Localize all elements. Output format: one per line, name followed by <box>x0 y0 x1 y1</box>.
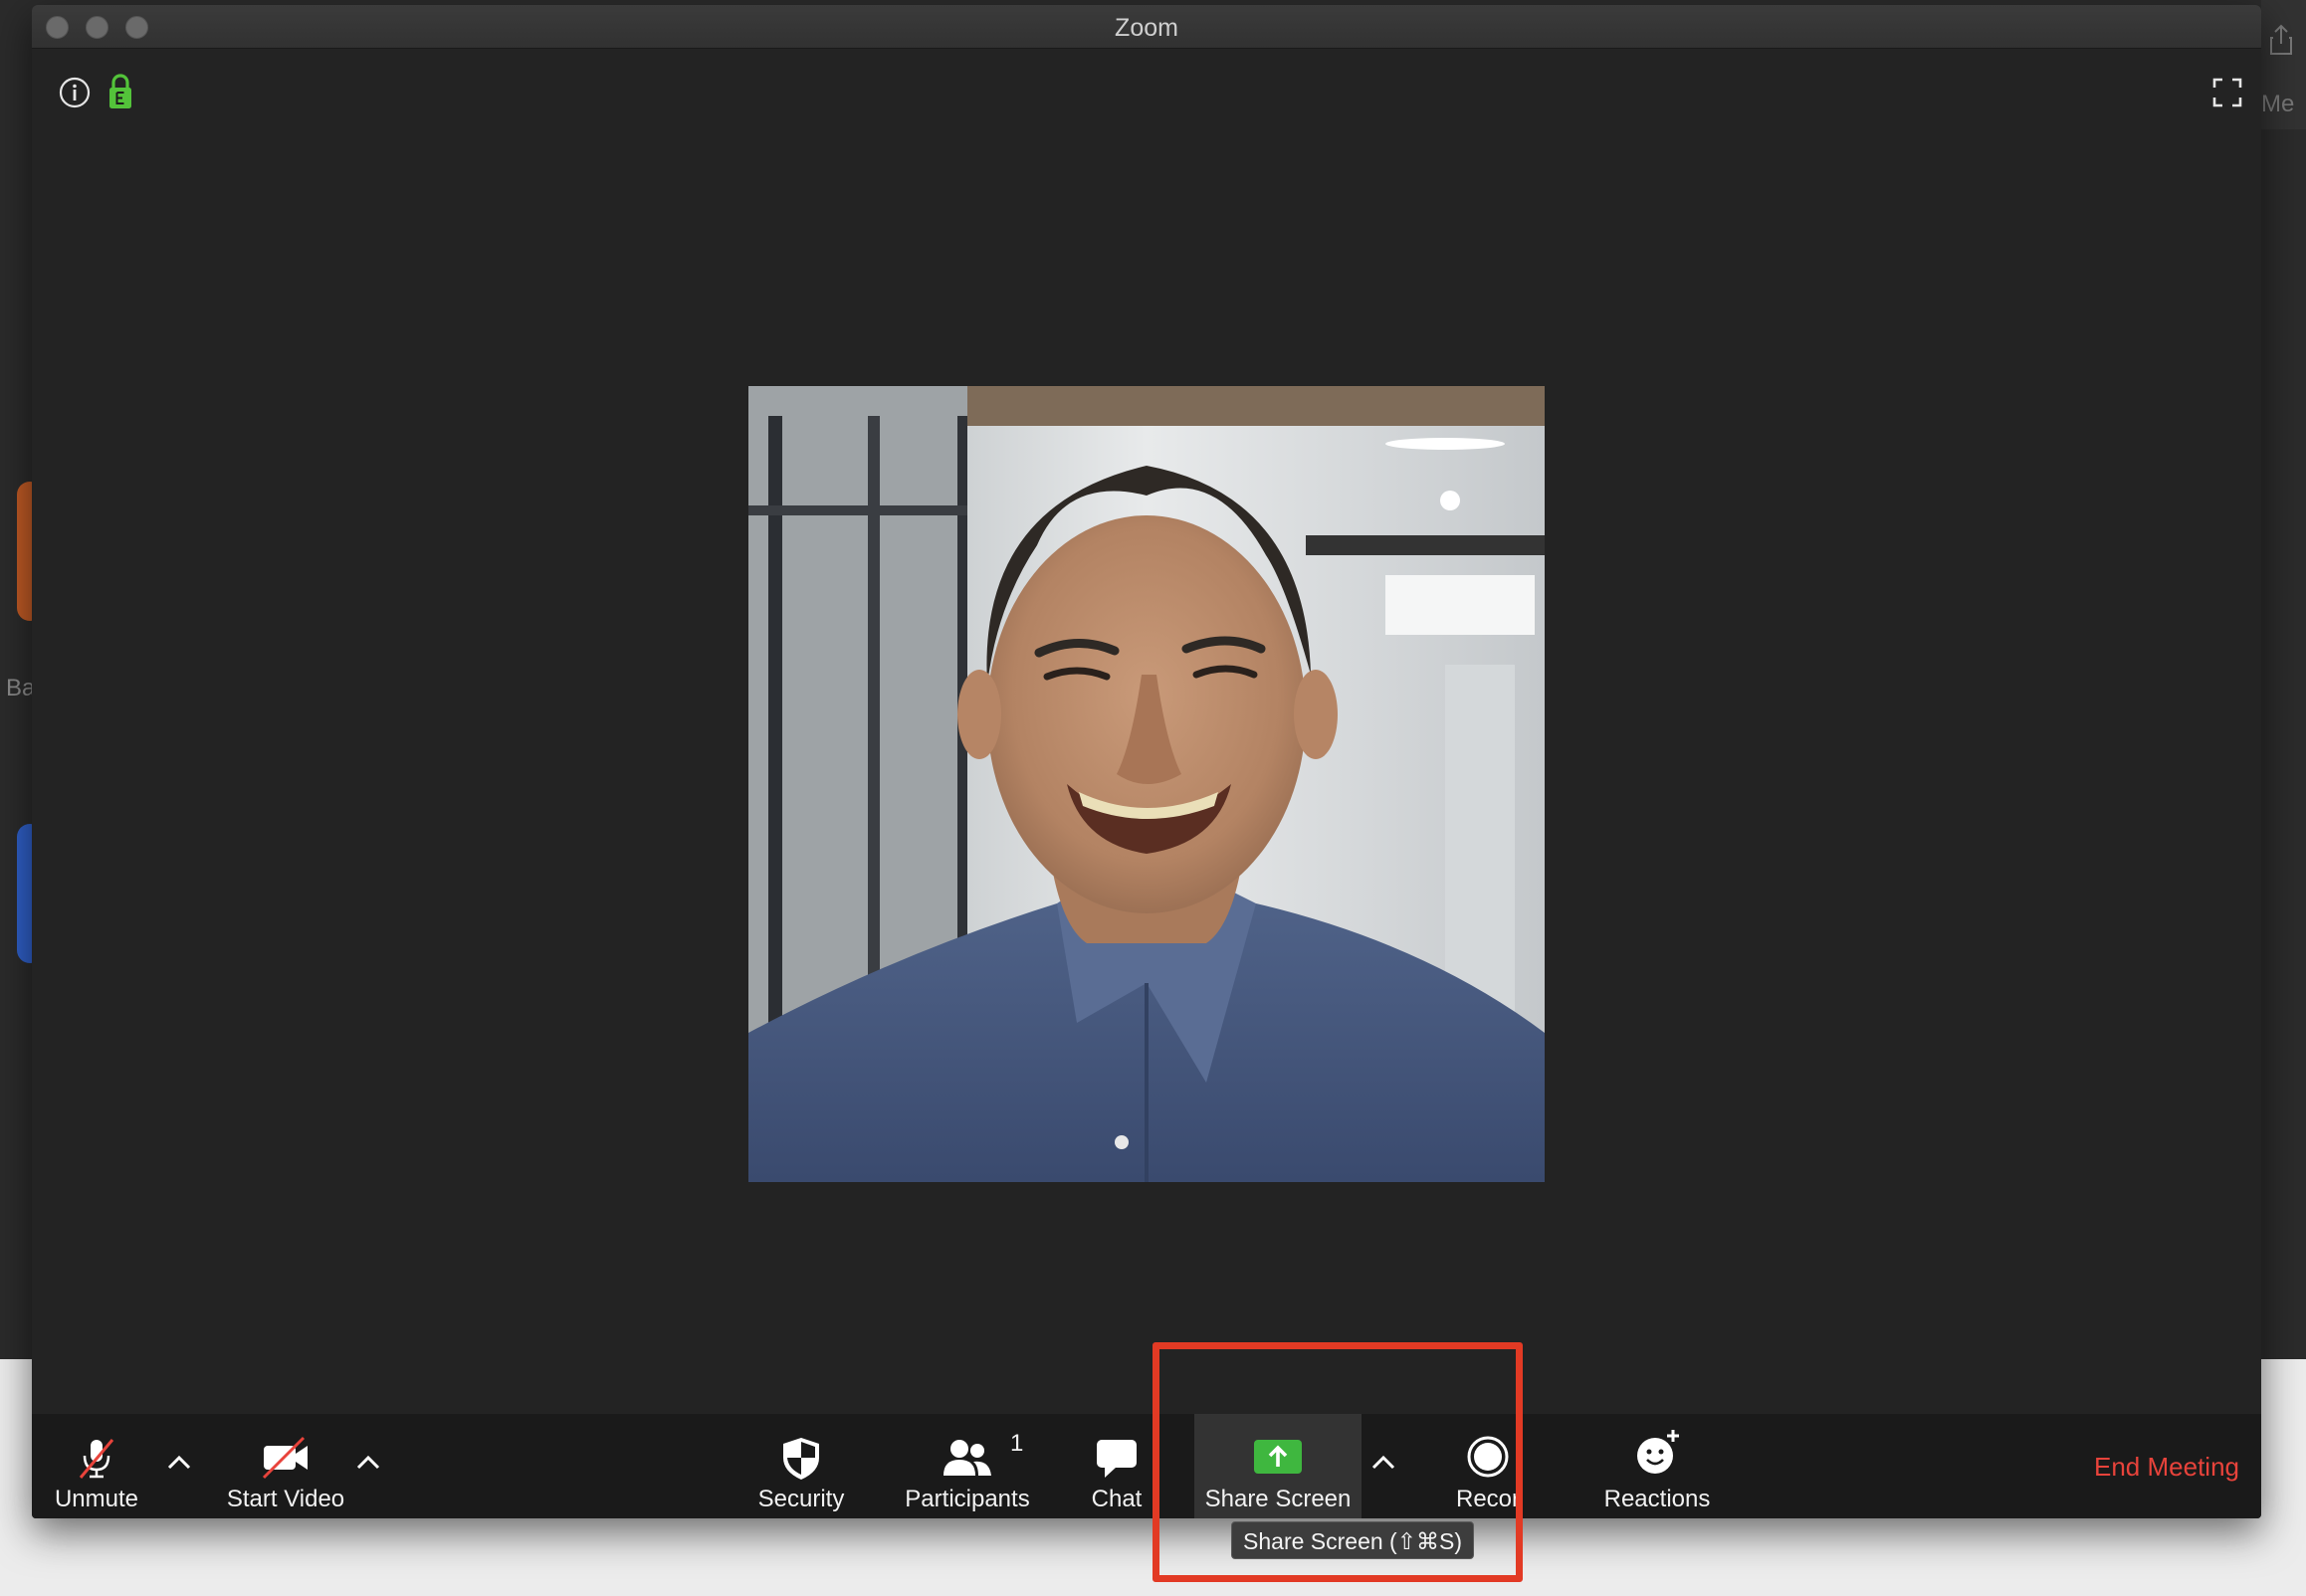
zoom-meeting-window: Zoom Unmute Start Video Security 1 Parti… <box>32 5 2261 1518</box>
chat-label: Chat <box>1091 1486 1143 1512</box>
share-screen-arrow-icon <box>1254 1440 1302 1474</box>
video-options-caret-icon[interactable] <box>353 1451 383 1475</box>
record-label: Recor <box>1455 1486 1521 1512</box>
unmute-label: Unmute <box>54 1486 139 1512</box>
chat-button[interactable]: Chat <box>1072 1414 1161 1518</box>
encryption-lock-icon[interactable] <box>105 73 135 110</box>
smiley-plus-icon <box>1637 1430 1679 1474</box>
record-icon <box>1467 1436 1509 1478</box>
share-screen-button[interactable]: Share Screen <box>1194 1414 1362 1518</box>
end-meeting-button[interactable]: End Meeting <box>2094 1452 2239 1483</box>
muted-microphone-icon <box>79 1439 114 1479</box>
start-video-label: Start Video <box>226 1486 345 1512</box>
reactions-label: Reactions <box>1603 1486 1711 1512</box>
audio-options-caret-icon[interactable] <box>164 1451 194 1475</box>
video-off-icon <box>262 1436 308 1480</box>
background-share-icon <box>2270 24 2292 55</box>
window-title: Zoom <box>1115 14 1178 42</box>
background-left-text: Ba <box>6 675 36 701</box>
unmute-button[interactable]: Unmute <box>42 1414 151 1518</box>
fullscreen-icon[interactable] <box>2211 77 2243 108</box>
participant-video-tile <box>748 386 1545 1182</box>
share-screen-label: Share Screen <box>1204 1486 1352 1512</box>
share-screen-tooltip: Share Screen (⇧⌘S) <box>1231 1521 1474 1559</box>
share-options-caret-icon[interactable] <box>1368 1451 1398 1475</box>
shield-icon <box>783 1438 819 1480</box>
chat-bubble-icon <box>1097 1440 1137 1478</box>
participant-photo <box>748 386 1545 1182</box>
participants-count-badge: 1 <box>1010 1430 1024 1457</box>
background-right-text: Me <box>2261 91 2295 117</box>
meeting-toolbar: Unmute Start Video Security 1 Participan… <box>32 1414 2261 1518</box>
participants-button[interactable]: 1 Participants <box>883 1414 1052 1518</box>
title-bar[interactable]: Zoom <box>32 5 2261 49</box>
start-video-button[interactable]: Start Video <box>211 1414 360 1518</box>
info-icon[interactable] <box>58 76 92 109</box>
security-label: Security <box>757 1486 845 1512</box>
people-icon <box>943 1440 991 1476</box>
security-button[interactable]: Security <box>736 1414 866 1518</box>
participants-label: Participants <box>905 1486 1030 1512</box>
record-button[interactable]: Recor <box>1433 1414 1543 1518</box>
reactions-button[interactable]: Reactions <box>1592 1414 1722 1518</box>
